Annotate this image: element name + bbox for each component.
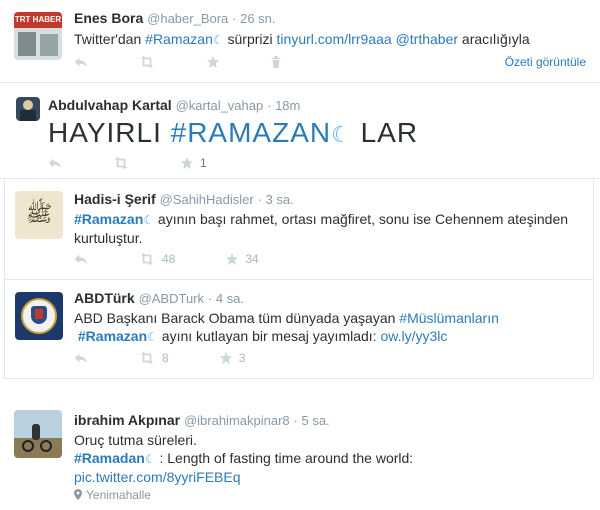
timestamp[interactable]: · 5 sa. bbox=[294, 413, 330, 428]
tweet-text: Twitter'dan #Ramazan☾ sürprizi tinyurl.c… bbox=[74, 31, 530, 47]
tweet-hadis-i-serif[interactable]: ﷺ Hadis-i Şerif @SahihHadisler · 3 sa. #… bbox=[4, 179, 594, 279]
retweet-button[interactable] bbox=[138, 55, 156, 69]
retweet-button[interactable] bbox=[112, 156, 130, 170]
crescent-moon-icon: ☾ bbox=[212, 33, 224, 47]
url-link[interactable]: tinyurl.com/lrr9aaa bbox=[277, 31, 392, 47]
location[interactable]: Yenimahalle bbox=[74, 488, 151, 502]
crescent-moon-icon: ☾ bbox=[331, 122, 352, 147]
username[interactable]: @kartal_vahap bbox=[176, 98, 264, 113]
reply-icon bbox=[74, 252, 88, 266]
retweet-icon bbox=[138, 55, 156, 69]
star-icon bbox=[180, 156, 194, 170]
display-name[interactable]: ABDTürk bbox=[74, 290, 135, 306]
tweet-enes-bora[interactable]: TRT HABER Enes Bora @haber_Bora · 26 sn.… bbox=[0, 0, 600, 82]
delete-button[interactable] bbox=[270, 55, 282, 69]
username[interactable]: @SahihHadisler bbox=[160, 192, 254, 207]
retweet-icon bbox=[138, 252, 156, 266]
reply-button[interactable] bbox=[48, 156, 62, 170]
view-summary-link[interactable]: Özeti görüntüle bbox=[505, 55, 586, 69]
crescent-moon-icon: ☾ bbox=[143, 213, 155, 227]
tweet-text: ABD Başkanı Barack Obama tüm dünyada yaş… bbox=[74, 310, 499, 344]
reply-button[interactable] bbox=[74, 252, 88, 266]
display-name[interactable]: ibrahim Akpınar bbox=[74, 412, 180, 428]
reply-button[interactable] bbox=[74, 351, 88, 365]
username[interactable]: @ibrahimakpinar8 bbox=[184, 413, 290, 428]
display-name[interactable]: Hadis-i Şerif bbox=[74, 191, 156, 207]
tweet-ibrahim-akpinar[interactable]: ibrahim Akpınar @ibrahimakpinar8 · 5 sa.… bbox=[0, 398, 600, 510]
favorite-button[interactable]: 3 bbox=[219, 351, 246, 365]
retweet-count: 48 bbox=[162, 252, 176, 266]
tweet-text: Oruç tutma süreleri. #Ramadan☾ : Length … bbox=[74, 432, 414, 485]
retweet-button[interactable]: 48 bbox=[138, 252, 175, 266]
favorite-button[interactable] bbox=[206, 55, 220, 69]
avatar[interactable] bbox=[16, 97, 40, 121]
favorite-count: 34 bbox=[245, 252, 259, 266]
hashtag-link[interactable]: #RAMAZAN☾ bbox=[171, 117, 352, 148]
reply-icon bbox=[48, 156, 62, 170]
tweet-text-large: HAYIRLI #RAMAZAN☾ LAR bbox=[48, 117, 419, 148]
star-icon bbox=[219, 351, 233, 365]
username[interactable]: @ABDTurk bbox=[139, 291, 204, 306]
avatar-logo-text: TRT HABER bbox=[14, 12, 62, 28]
retweet-icon bbox=[112, 156, 130, 170]
timestamp[interactable]: · 26 sn. bbox=[232, 11, 275, 26]
username[interactable]: @haber_Bora bbox=[147, 11, 228, 26]
trash-icon bbox=[270, 55, 282, 69]
display-name[interactable]: Enes Bora bbox=[74, 10, 143, 26]
avatar[interactable] bbox=[15, 292, 63, 340]
retweet-icon bbox=[138, 351, 156, 365]
location-label: Yenimahalle bbox=[86, 488, 151, 502]
reply-icon bbox=[74, 55, 88, 69]
retweet-count: 8 bbox=[162, 351, 169, 365]
mention-link[interactable]: @trthaber bbox=[396, 31, 458, 47]
hashtag-link[interactable]: #Ramazan☾ bbox=[145, 31, 223, 47]
avatar[interactable]: ﷺ bbox=[15, 191, 63, 239]
star-icon bbox=[206, 55, 220, 69]
favorite-count: 3 bbox=[238, 351, 246, 365]
hashtag-link[interactable]: #Ramazan☾ bbox=[74, 211, 154, 227]
reply-icon bbox=[74, 351, 88, 365]
timestamp[interactable]: · 18m bbox=[267, 98, 300, 113]
crescent-moon-icon: ☾ bbox=[144, 452, 156, 466]
favorite-button[interactable]: 1 bbox=[180, 156, 207, 170]
timestamp[interactable]: · 4 sa. bbox=[208, 291, 244, 306]
hashtag-link[interactable]: #Ramazan☾ bbox=[78, 328, 158, 344]
timestamp[interactable]: · 3 sa. bbox=[258, 192, 294, 207]
tweet-abdulvahap-kartal[interactable]: Abdulvahap Kartal @kartal_vahap · 18m HA… bbox=[0, 83, 600, 178]
retweet-button[interactable]: 8 bbox=[138, 351, 169, 365]
avatar[interactable]: TRT HABER bbox=[14, 12, 62, 60]
location-pin-icon bbox=[74, 489, 82, 500]
pic-link[interactable]: pic.twitter.com/8yyriFEBEq bbox=[74, 469, 241, 485]
favorite-button[interactable]: 34 bbox=[225, 252, 259, 266]
tweet-abdturk[interactable]: ABDTürk @ABDTurk · 4 sa. ABD Başkanı Bar… bbox=[4, 280, 594, 378]
favorite-count: 1 bbox=[200, 156, 207, 170]
avatar[interactable] bbox=[14, 410, 62, 458]
tweet-text: #Ramazan☾ ayının başı rahmet, ortası mağ… bbox=[74, 211, 569, 246]
crescent-moon-icon: ☾ bbox=[147, 330, 158, 344]
star-icon bbox=[225, 252, 239, 266]
reply-button[interactable] bbox=[74, 55, 88, 69]
divider bbox=[4, 378, 594, 379]
display-name[interactable]: Abdulvahap Kartal bbox=[48, 97, 172, 113]
hashtag-link[interactable]: #Ramadan☾ bbox=[74, 450, 156, 466]
hashtag-link[interactable]: #Müslümanların bbox=[399, 310, 499, 326]
url-link[interactable]: ow.ly/yy3lc bbox=[380, 328, 447, 344]
